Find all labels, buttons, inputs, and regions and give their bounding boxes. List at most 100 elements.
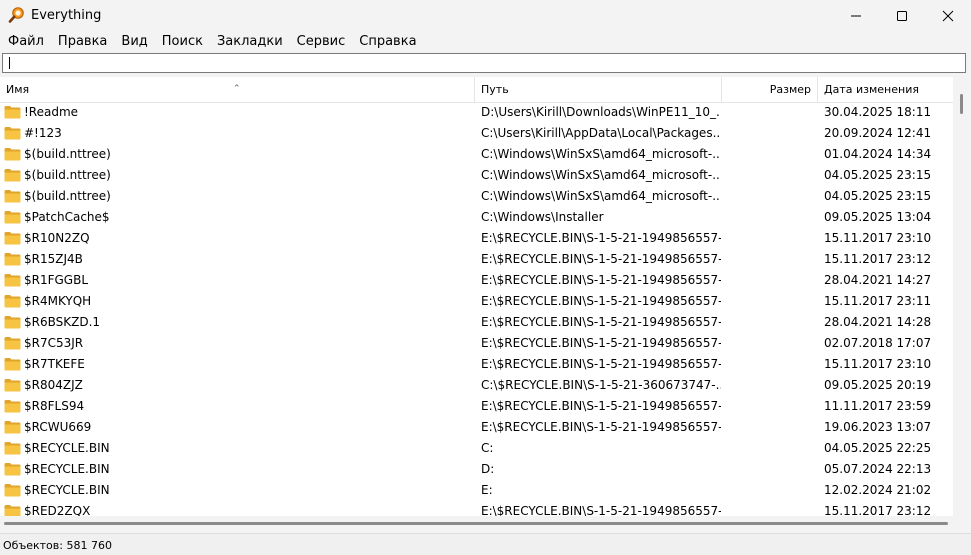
row-name: $R804ZJZ xyxy=(24,378,83,392)
close-icon xyxy=(942,10,954,21)
table-row[interactable]: $(build.nttree) C:\Windows\WinSxS\amd64_m… xyxy=(0,186,953,207)
table-row[interactable]: $PatchCache$ C:\Windows\Installer 09.05.20… xyxy=(0,207,953,228)
maximize-icon xyxy=(897,10,907,21)
column-date-label: Дата изменения xyxy=(824,83,919,96)
results-list[interactable]: Имя ⌃ Путь Размер Дата изменения !Readme… xyxy=(0,77,953,516)
table-row[interactable]: $RCWU669 E:\$RECYCLE.BIN\S-1-5-21-1949856… xyxy=(0,417,953,438)
table-row[interactable]: $R8FLS94 E:\$RECYCLE.BIN\S-1-5-21-1949856… xyxy=(0,396,953,417)
row-path: E:\$RECYCLE.BIN\S-1-5-21-1949856557-... xyxy=(481,252,721,266)
row-date: 09.05.2025 20:19 xyxy=(824,378,932,392)
row-date: 28.04.2021 14:27 xyxy=(824,273,932,287)
folder-icon xyxy=(4,505,21,516)
row-path: D: xyxy=(481,462,495,476)
table-row[interactable]: $R15ZJ4B E:\$RECYCLE.BIN\S-1-5-21-1949856… xyxy=(0,249,953,270)
table-row[interactable]: $R4MKYQH E:\$RECYCLE.BIN\S-1-5-21-1949856… xyxy=(0,291,953,312)
row-path: E:\$RECYCLE.BIN\S-1-5-21-1949856557-... xyxy=(481,357,721,371)
table-row[interactable]: #!123 C:\Users\Kirill\AppData\Local\Packa… xyxy=(0,123,953,144)
magnifier-app-icon xyxy=(8,7,24,23)
row-name: $R7TKEFE xyxy=(24,357,85,371)
row-date: 04.05.2025 22:25 xyxy=(824,441,932,455)
row-date: 15.11.2017 23:12 xyxy=(824,504,932,516)
folder-icon xyxy=(4,232,21,245)
row-path: E:\$RECYCLE.BIN\S-1-5-21-1949856557-... xyxy=(481,420,721,434)
row-name: #!123 xyxy=(24,126,62,140)
row-name: $RECYCLE.BIN xyxy=(24,441,110,455)
row-name: $R1FGGBL xyxy=(24,273,89,287)
column-header-size[interactable]: Размер xyxy=(722,77,818,102)
table-row[interactable]: $RECYCLE.BIN E: 12.02.2024 21:02 xyxy=(0,480,953,501)
everything-window: Everything Файл Правка Вид Поиск Закладк… xyxy=(0,0,971,555)
folder-icon xyxy=(4,421,21,434)
row-path: C:\Windows\WinSxS\amd64_microsoft-... xyxy=(481,189,721,203)
vertical-scrollbar[interactable] xyxy=(953,77,971,516)
row-date: 01.04.2024 14:34 xyxy=(824,147,932,161)
menu-bar: Файл Правка Вид Поиск Закладки Сервис Сп… xyxy=(0,31,971,52)
menu-view[interactable]: Вид xyxy=(114,31,154,52)
horizontal-scrollbar-thumb[interactable] xyxy=(4,522,948,525)
menu-search[interactable]: Поиск xyxy=(155,31,210,52)
row-name: $R7C53JR xyxy=(24,336,84,350)
menu-bookmarks[interactable]: Закладки xyxy=(210,31,290,52)
folder-icon xyxy=(4,169,21,182)
column-header-date[interactable]: Дата изменения xyxy=(818,77,953,102)
folder-icon xyxy=(4,358,21,371)
folder-icon xyxy=(4,400,21,413)
folder-icon xyxy=(4,127,21,140)
column-header-path[interactable]: Путь xyxy=(475,77,722,102)
window-title: Everything xyxy=(31,8,102,23)
row-date: 09.05.2025 13:04 xyxy=(824,210,932,224)
row-date: 28.04.2021 14:28 xyxy=(824,315,932,329)
table-row[interactable]: $(build.nttree) C:\Windows\WinSxS\amd64_m… xyxy=(0,144,953,165)
row-date: 20.09.2024 12:41 xyxy=(824,126,932,140)
folder-icon xyxy=(4,484,21,497)
table-row[interactable]: $R7C53JR E:\$RECYCLE.BIN\S-1-5-21-1949856… xyxy=(0,333,953,354)
table-row[interactable]: $(build.nttree) C:\Windows\WinSxS\amd64_m… xyxy=(0,165,953,186)
menu-edit[interactable]: Правка xyxy=(51,31,114,52)
row-date: 30.04.2025 18:11 xyxy=(824,105,932,119)
menu-help[interactable]: Справка xyxy=(352,31,423,52)
minimize-button[interactable] xyxy=(833,0,879,31)
row-date: 04.05.2025 23:15 xyxy=(824,189,932,203)
table-row[interactable]: $RED2ZQX E:\$RECYCLE.BIN\S-1-5-21-1949856… xyxy=(0,501,953,516)
row-path: E:\$RECYCLE.BIN\S-1-5-21-1949856557-... xyxy=(481,399,721,413)
folder-icon xyxy=(4,253,21,266)
title-bar[interactable]: Everything xyxy=(0,0,971,31)
folder-icon xyxy=(4,190,21,203)
table-row[interactable]: $R10N2ZQ E:\$RECYCLE.BIN\S-1-5-21-1949856… xyxy=(0,228,953,249)
table-row[interactable]: !Readme D:\Users\Kirill\Downloads\WinPE11… xyxy=(0,102,953,123)
close-button[interactable] xyxy=(925,0,971,31)
text-caret xyxy=(9,57,10,69)
folder-icon xyxy=(4,316,21,329)
column-header-name[interactable]: Имя ⌃ xyxy=(0,77,475,102)
row-path: D:\Users\Kirill\Downloads\WinPE11_10_... xyxy=(481,105,721,119)
table-row[interactable]: $R804ZJZ C:\$RECYCLE.BIN\S-1-5-21-3606737… xyxy=(0,375,953,396)
folder-icon xyxy=(4,442,21,455)
search-box[interactable] xyxy=(2,53,966,73)
folder-icon xyxy=(4,274,21,287)
maximize-button[interactable] xyxy=(879,0,925,31)
row-date: 11.11.2017 23:59 xyxy=(824,399,932,413)
minimize-icon xyxy=(851,15,861,16)
row-path: E:\$RECYCLE.BIN\S-1-5-21-1949856557-... xyxy=(481,336,721,350)
folder-icon xyxy=(4,337,21,350)
folder-icon xyxy=(4,148,21,161)
table-row[interactable]: $R6BSKZD.1 E:\$RECYCLE.BIN\S-1-5-21-19498… xyxy=(0,312,953,333)
table-row[interactable]: $R1FGGBL E:\$RECYCLE.BIN\S-1-5-21-1949856… xyxy=(0,270,953,291)
menu-tools[interactable]: Сервис xyxy=(290,31,353,52)
row-path: E:\$RECYCLE.BIN\S-1-5-21-1949856557-... xyxy=(481,231,721,245)
folder-icon xyxy=(4,379,21,392)
search-input[interactable] xyxy=(3,54,965,72)
sort-ascending-icon: ⌃ xyxy=(233,84,241,94)
row-date: 19.06.2023 13:07 xyxy=(824,420,932,434)
row-path: E:\$RECYCLE.BIN\S-1-5-21-1949856557-... xyxy=(481,273,721,287)
row-path: C: xyxy=(481,441,494,455)
row-date: 12.02.2024 21:02 xyxy=(824,483,932,497)
row-path: C:\Windows\WinSxS\amd64_microsoft-... xyxy=(481,147,721,161)
column-path-label: Путь xyxy=(481,83,509,96)
vertical-scrollbar-thumb[interactable] xyxy=(960,94,963,114)
table-row[interactable]: $RECYCLE.BIN D: 05.07.2024 22:13 xyxy=(0,459,953,480)
table-row[interactable]: $RECYCLE.BIN C: 04.05.2025 22:25 xyxy=(0,438,953,459)
table-row[interactable]: $R7TKEFE E:\$RECYCLE.BIN\S-1-5-21-1949856… xyxy=(0,354,953,375)
menu-file[interactable]: Файл xyxy=(0,31,51,52)
row-path: C:\Windows\WinSxS\amd64_microsoft-... xyxy=(481,168,721,182)
